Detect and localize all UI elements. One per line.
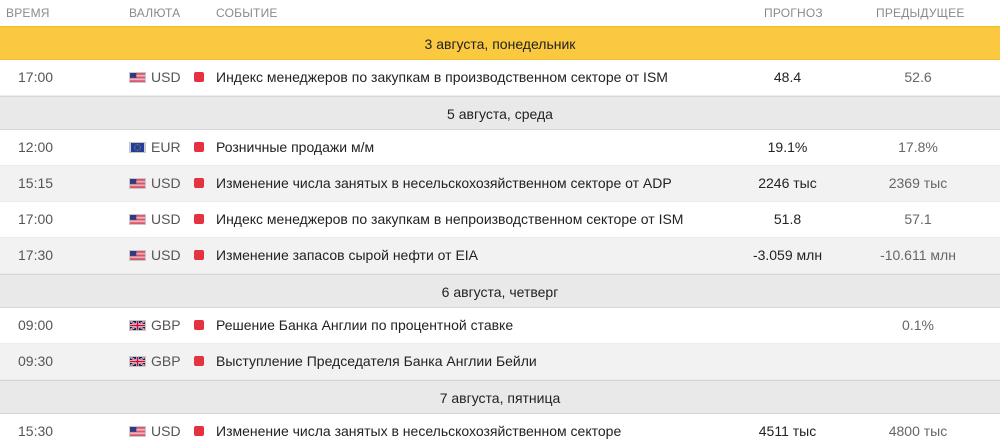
day-header: 6 августа, четверг — [0, 274, 1000, 308]
gb-flag-icon — [129, 320, 146, 331]
event-previous: -10.611 млн — [880, 247, 956, 263]
event-row[interactable]: 09:30 GBP Выступление Председателя Банка А… — [0, 344, 1000, 380]
column-header-currency: ВАЛЮТА — [129, 6, 181, 20]
high-impact-icon — [194, 250, 204, 260]
high-impact-icon — [194, 142, 204, 152]
event-time: 15:15 — [18, 175, 54, 191]
event-row[interactable]: 15:30 USD Изменение числа занятых в несель… — [0, 414, 1000, 448]
event-previous: 4800 тыс — [888, 423, 948, 439]
us-flag-icon — [129, 250, 146, 261]
event-title[interactable]: Индекс менеджеров по закупкам в непроизв… — [216, 211, 683, 227]
day-header: 3 августа, понедельник — [0, 26, 1000, 60]
event-title[interactable]: Изменение запасов сырой нефти от EIA — [216, 247, 478, 263]
event-forecast: 51.8 — [773, 211, 802, 227]
event-title[interactable]: Розничные продажи м/м — [216, 139, 374, 155]
event-forecast: 4511 тыс — [758, 423, 817, 439]
column-header-previous: ПРЕДЫДУЩЕЕ — [876, 6, 965, 20]
event-row[interactable]: 09:00 GBP Решение Банка Англии по процентн… — [0, 308, 1000, 344]
us-flag-icon — [129, 426, 146, 437]
event-previous: 52.6 — [904, 69, 932, 85]
event-previous: 0.1% — [902, 317, 934, 333]
event-row[interactable]: 15:15 USD Изменение числа занятых в несель… — [0, 166, 1000, 202]
column-header-forecast: ПРОГНОЗ — [764, 6, 823, 20]
event-forecast: 48.4 — [773, 69, 802, 85]
high-impact-icon — [194, 426, 204, 436]
event-title[interactable]: Решение Банка Англии по процентной ставк… — [216, 317, 513, 333]
column-header-row: ВРЕМЯ ВАЛЮТА СОБЫТИЕ ПРОГНОЗ ПРЕДЫДУЩЕЕ — [0, 0, 1000, 26]
us-flag-icon — [129, 178, 146, 189]
gb-flag-icon — [129, 356, 146, 367]
event-previous: 57.1 — [904, 211, 932, 227]
event-currency: USD — [151, 423, 181, 439]
event-previous: 17.8% — [898, 139, 938, 155]
event-time: 17:30 — [18, 247, 54, 263]
calendar-body: 3 августа, понедельник 17:00 USD Индекс мен… — [0, 26, 1000, 448]
event-row[interactable]: 12:00 EUR Розничные продажи м/м 19.1% 17.8% — [0, 130, 1000, 166]
event-forecast: -3.059 млн — [752, 247, 823, 263]
event-time: 09:30 — [18, 353, 54, 369]
eu-flag-icon — [129, 142, 146, 153]
day-header: 5 августа, среда — [0, 96, 1000, 130]
economic-calendar: ВРЕМЯ ВАЛЮТА СОБЫТИЕ ПРОГНОЗ ПРЕДЫДУЩЕЕ … — [0, 0, 1000, 448]
high-impact-icon — [194, 178, 204, 188]
day-header: 7 августа, пятница — [0, 380, 1000, 414]
event-currency: USD — [151, 175, 181, 191]
event-title[interactable]: Выступление Председателя Банка Англии Бе… — [216, 353, 537, 369]
event-title[interactable]: Изменение числа занятых в несельскохозяй… — [216, 423, 621, 439]
event-time: 17:00 — [18, 211, 54, 227]
event-forecast: 2246 тыс — [758, 175, 817, 191]
event-currency: GBP — [151, 317, 181, 333]
event-currency: EUR — [151, 139, 181, 155]
event-forecast: 19.1% — [767, 139, 808, 155]
event-time: 15:30 — [18, 423, 54, 439]
high-impact-icon — [194, 356, 204, 366]
event-currency: USD — [151, 69, 181, 85]
high-impact-icon — [194, 320, 204, 330]
event-title[interactable]: Индекс менеджеров по закупкам в производ… — [216, 69, 668, 85]
event-row[interactable]: 17:00 USD Индекс менеджеров по закупкам в … — [0, 202, 1000, 238]
event-row[interactable]: 17:00 USD Индекс менеджеров по закупкам в … — [0, 60, 1000, 96]
event-currency: USD — [151, 211, 181, 227]
us-flag-icon — [129, 72, 146, 83]
event-time: 17:00 — [18, 69, 54, 85]
column-header-time: ВРЕМЯ — [6, 6, 50, 20]
event-row[interactable]: 17:30 USD Изменение запасов сырой нефти от… — [0, 238, 1000, 274]
column-header-event: СОБЫТИЕ — [216, 6, 278, 20]
high-impact-icon — [194, 72, 204, 82]
high-impact-icon — [194, 214, 204, 224]
event-previous: 2369 тыс — [888, 175, 948, 191]
event-currency: GBP — [151, 353, 181, 369]
us-flag-icon — [129, 214, 146, 225]
event-currency: USD — [151, 247, 181, 263]
event-time: 09:00 — [18, 317, 54, 333]
event-time: 12:00 — [18, 139, 54, 155]
event-title[interactable]: Изменение числа занятых в несельскохозяй… — [216, 175, 672, 191]
